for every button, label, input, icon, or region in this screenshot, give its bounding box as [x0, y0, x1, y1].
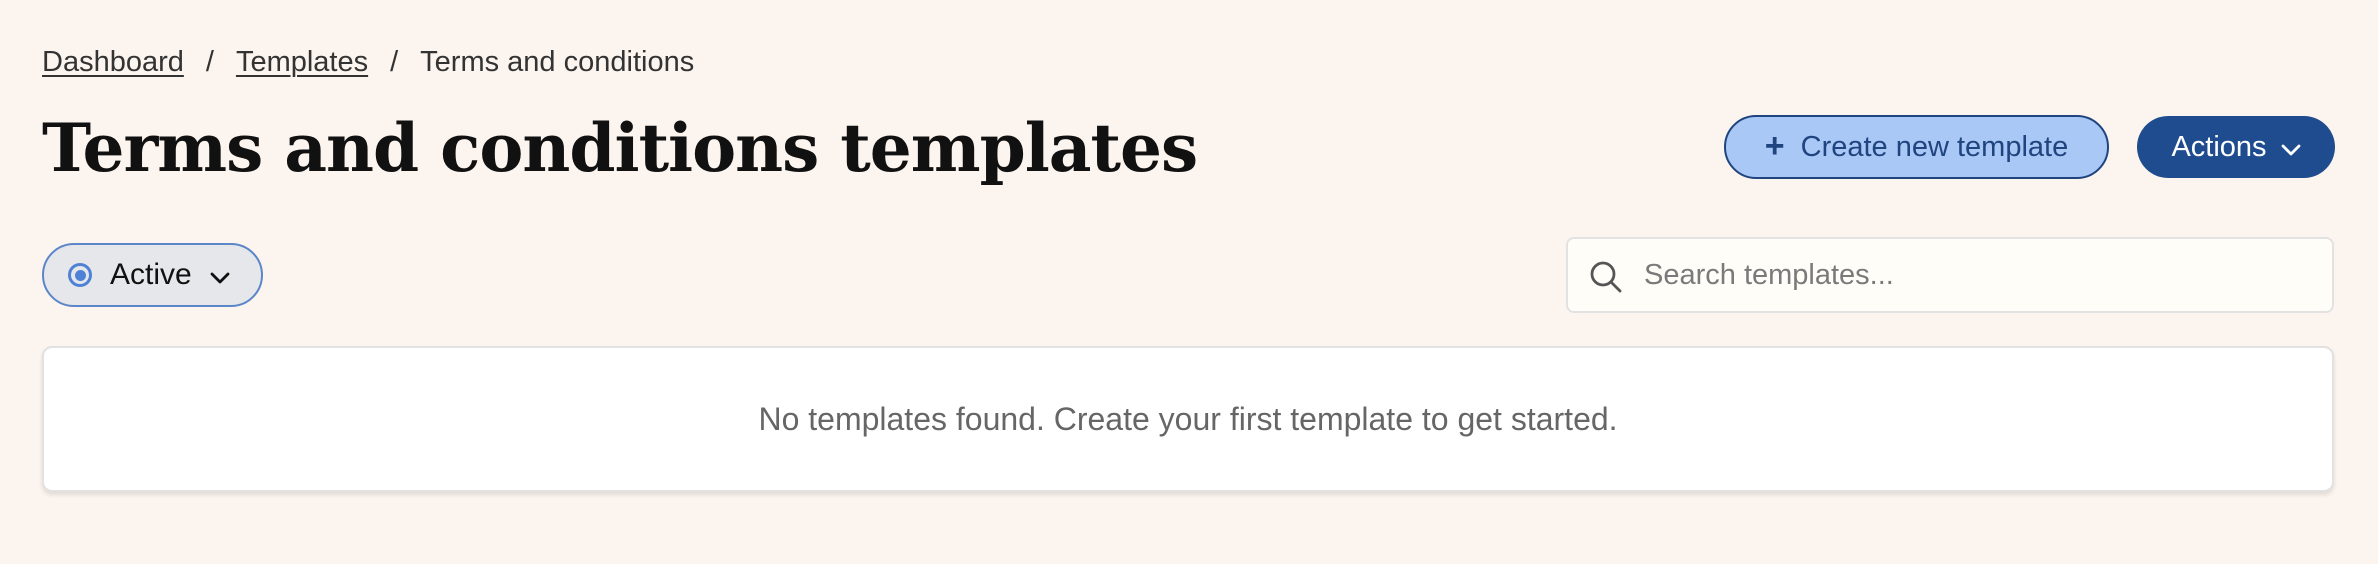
- status-filter-dropdown[interactable]: Active: [42, 243, 263, 307]
- actions-label: Actions: [2171, 130, 2267, 163]
- plus-icon: +: [1764, 126, 1785, 165]
- breadcrumb-separator: /: [205, 45, 214, 78]
- breadcrumb-current: Terms and conditions: [420, 45, 695, 78]
- page-title: Terms and conditions templates: [42, 109, 1198, 187]
- chevron-down-icon: [210, 258, 230, 292]
- status-filter-label: Active: [110, 258, 192, 291]
- create-template-label: Create new template: [1800, 130, 2069, 163]
- empty-state-message: No templates found. Create your first te…: [758, 400, 1618, 437]
- breadcrumb-link-templates[interactable]: Templates: [236, 46, 368, 79]
- search-field: [1566, 237, 2334, 313]
- search-icon: [1588, 259, 1624, 295]
- actions-button[interactable]: Actions: [2137, 116, 2335, 178]
- radio-icon: [68, 263, 92, 287]
- breadcrumb: Dashboard / Templates / Terms and condit…: [42, 44, 694, 80]
- search-input[interactable]: [1644, 239, 2324, 311]
- breadcrumb-separator: /: [390, 45, 399, 78]
- create-template-button[interactable]: + Create new template: [1724, 115, 2109, 179]
- breadcrumb-link-dashboard[interactable]: Dashboard: [42, 46, 184, 79]
- templates-empty-state: No templates found. Create your first te…: [42, 346, 2334, 492]
- chevron-down-icon: [2281, 131, 2301, 164]
